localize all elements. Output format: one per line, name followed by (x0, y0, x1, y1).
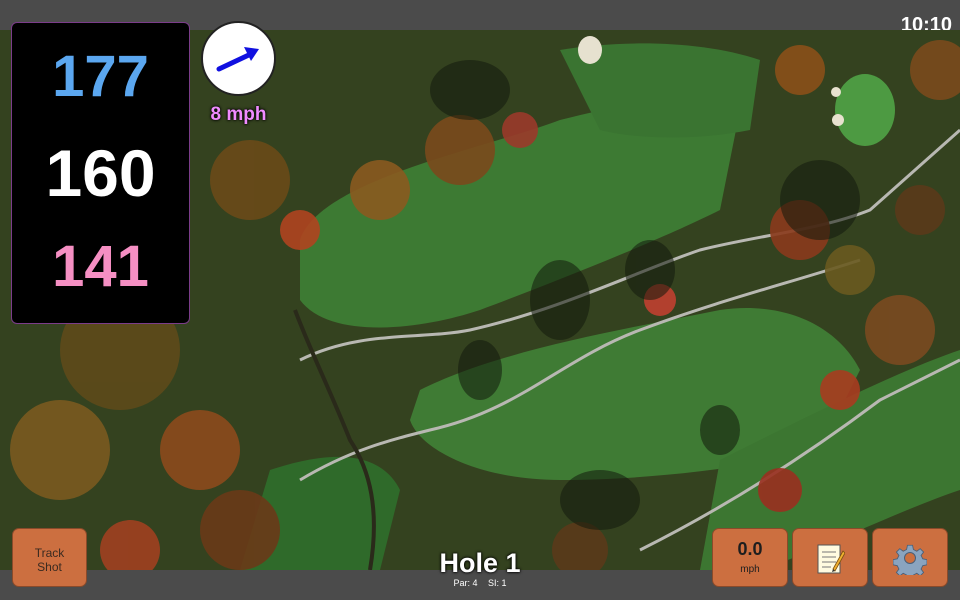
track-shot-label-line2: Shot (37, 560, 62, 574)
hole-meta: Par: 4 SI: 1 (380, 578, 580, 588)
center-of-green-distance: 160 (45, 136, 156, 210)
track-shot-button[interactable]: Track Shot (12, 528, 87, 587)
track-shot-label-line1: Track (34, 546, 65, 560)
notes-button[interactable] (792, 528, 868, 587)
settings-button[interactable] (872, 528, 948, 587)
speed-unit: mph (740, 564, 760, 575)
wind-speed: 8 mph (210, 104, 267, 125)
wind-direction-arrow-icon (216, 47, 259, 72)
gear-icon (893, 544, 927, 575)
speed-button[interactable]: 0.0 mph (712, 528, 788, 587)
back-of-green-distance: 177 (52, 44, 149, 109)
speed-value: 0.0 (737, 539, 763, 559)
hole-stroke-index: SI: 1 (488, 578, 507, 588)
hole-title: Hole 1 (439, 548, 521, 578)
front-of-green-distance: 141 (52, 234, 149, 299)
notepad-icon (817, 544, 845, 573)
distance-panel: 177 160 141 (11, 22, 190, 324)
wind-indicator (201, 21, 276, 96)
hole-par: Par: 4 (453, 578, 478, 588)
